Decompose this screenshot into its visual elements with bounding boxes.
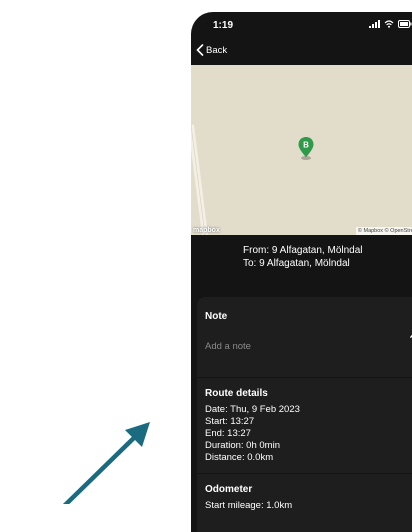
route-map[interactable]: B mapbox © Mapbox © OpenStreetMap xyxy=(191,65,412,235)
status-time: 1:19 xyxy=(213,20,234,31)
odometer-start: Start mileage: 1.0km xyxy=(205,500,293,511)
odometer-title: Odometer xyxy=(205,484,253,495)
map-footer: mapbox © Mapbox © OpenStreetMap xyxy=(191,225,412,235)
route-start: Start: 13:27 xyxy=(205,416,255,427)
route-duration: Duration: 0h 0min xyxy=(205,440,280,451)
note-title: Note xyxy=(205,311,228,322)
signal-icon xyxy=(369,20,380,28)
route-to: To: 9 Alfagatan, Mölndal xyxy=(243,258,350,269)
route-details-list: Date: Thu, 9 Feb 2023 Start: 13:27 End: … xyxy=(205,404,300,464)
back-label: Back xyxy=(206,44,228,56)
map-road xyxy=(191,124,208,235)
marker-label: B xyxy=(303,141,309,150)
route-distance: Distance: 0.0km xyxy=(205,452,274,463)
status-icons xyxy=(369,20,412,28)
route-from: From: 9 Alfagatan, Mölndal xyxy=(243,245,363,256)
route-details-title: Route details xyxy=(205,388,268,399)
route-details-card: Route details Date: Thu, 9 Feb 2023 Star… xyxy=(197,378,412,473)
battery-icon xyxy=(398,20,412,28)
back-chevron-icon xyxy=(196,44,204,56)
top-bar: Back xyxy=(191,40,412,62)
note-input[interactable]: Add a note xyxy=(205,341,251,352)
odometer-card: Odometer Start mileage: 1.0km xyxy=(197,474,412,532)
phone-screen: 1:19 Back B mapbox © Mapbox © OpenStr Fr… xyxy=(191,12,412,532)
wifi-icon xyxy=(384,20,394,28)
note-card: Note Add a note xyxy=(197,297,412,377)
status-bar: 1:19 xyxy=(191,12,412,40)
map-attribution[interactable]: © Mapbox © OpenStreetMap xyxy=(355,227,412,235)
route-end: End: 13:27 xyxy=(205,428,251,439)
map-marker-icon[interactable]: B xyxy=(298,137,314,161)
mapbox-logo: mapbox xyxy=(193,227,220,234)
route-date: Date: Thu, 9 Feb 2023 xyxy=(205,404,300,415)
route-summary: From: 9 Alfagatan, Mölndal To: 9 Alfagat… xyxy=(243,244,363,270)
back-button[interactable]: Back xyxy=(196,44,227,56)
